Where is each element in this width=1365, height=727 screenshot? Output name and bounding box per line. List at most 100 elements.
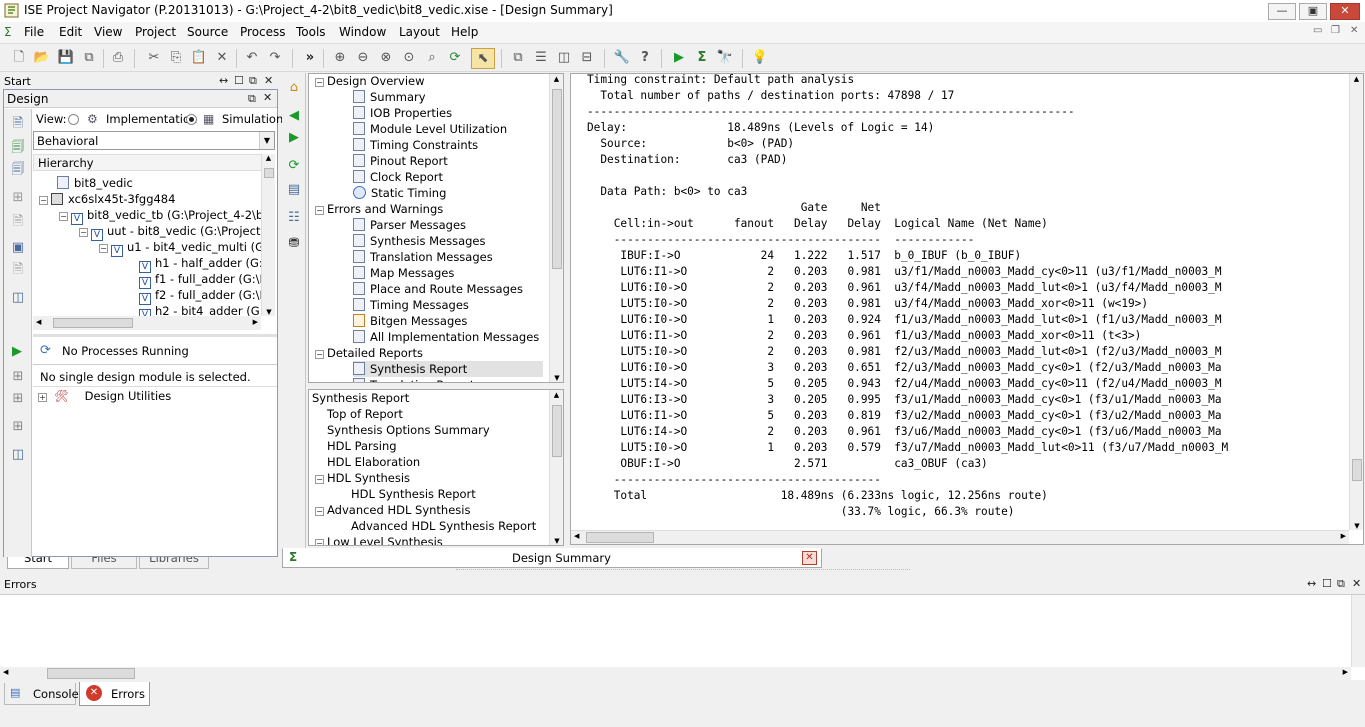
process-list-icon[interactable]: ⊞: [9, 390, 27, 408]
synthesis-item-hdl-synthesis[interactable]: − HDL Synthesis: [315, 470, 410, 486]
design-summary-icon[interactable]: Σ: [693, 49, 711, 67]
lightbulb-icon[interactable]: 💡: [751, 49, 769, 67]
synthesis-item-synthesis-options-summary[interactable]: Synthesis Options Summary: [315, 422, 490, 438]
report-icon[interactable]: 🗎: [9, 261, 27, 279]
overview-item-synthesis-report[interactable]: Synthesis Report: [353, 361, 543, 377]
report-hscroll[interactable]: ◀ ▶: [571, 530, 1349, 544]
doc-restore-icon[interactable]: ❐: [1331, 25, 1340, 36]
home-icon[interactable]: ⌂: [285, 79, 303, 97]
overview-item-translation-messages[interactable]: Translation Messages: [353, 249, 543, 265]
save-icon[interactable]: 💾: [57, 49, 75, 67]
process-props-icon[interactable]: ⊞: [9, 368, 27, 386]
hier-item-f2[interactable]: Vf2 - full_adder (G:\P: [139, 287, 261, 305]
panel-float-icon[interactable]: ⧉: [249, 74, 257, 88]
add-source-icon[interactable]: 🗐: [9, 139, 27, 157]
open-source-icon[interactable]: 🗎: [9, 213, 27, 231]
tile-horizontal-icon[interactable]: ☰: [532, 49, 550, 67]
telescope-icon[interactable]: 🔭: [716, 49, 734, 67]
collapse-icon[interactable]: −: [315, 507, 324, 516]
overview-item-place-and-route-messages[interactable]: Place and Route Messages: [353, 281, 543, 297]
overview-item-summary[interactable]: Summary: [353, 89, 543, 105]
run-process-icon[interactable]: ▶: [12, 344, 22, 359]
synthesis-item-top-of-report[interactable]: Top of Report: [315, 406, 403, 422]
copy-icon[interactable]: ⎘: [167, 49, 185, 67]
tab-start[interactable]: Start: [7, 557, 69, 569]
overview-item-timing-messages[interactable]: Timing Messages: [353, 297, 543, 313]
zoom-in-icon[interactable]: ⊕: [331, 49, 349, 67]
simulation-label[interactable]: Simulation: [222, 112, 283, 126]
menu-view[interactable]: View: [94, 25, 122, 39]
collapse-icon[interactable]: −: [315, 350, 324, 359]
process-layout-icon[interactable]: ◫: [9, 446, 27, 464]
context-help-icon[interactable]: ?: [636, 49, 654, 67]
new-file-icon[interactable]: 🗋: [10, 49, 28, 67]
close-window-button[interactable]: ✕: [1330, 3, 1360, 20]
overview-item-map-messages[interactable]: Map Messages: [353, 265, 543, 281]
menu-help[interactable]: Help: [451, 25, 478, 39]
collapse-icon[interactable]: −: [79, 228, 88, 237]
minimize-button[interactable]: —: [1268, 3, 1296, 20]
tab-console[interactable]: ▤ Console: [4, 683, 79, 705]
cut-icon[interactable]: ✂: [145, 49, 163, 67]
design-summary-tab[interactable]: Σ Design Summary ✕: [282, 548, 822, 568]
overview-item-all-implementation-messages[interactable]: All Implementation Messages: [353, 329, 543, 345]
synthesis-report-title[interactable]: Synthesis Report: [312, 390, 409, 406]
overview-item-static-timing[interactable]: Static Timing: [353, 185, 543, 201]
layout-icon[interactable]: ◫: [9, 289, 27, 307]
collapse-icon[interactable]: −: [315, 78, 324, 87]
wrench-icon[interactable]: 🔧: [613, 49, 631, 67]
chip-icon[interactable]: ▣: [9, 239, 27, 257]
expand-icon[interactable]: +: [38, 393, 47, 402]
panel-close-icon[interactable]: ✕: [264, 74, 273, 87]
report-vscroll[interactable]: ▲ ▼: [1349, 74, 1363, 530]
collapse-icon[interactable]: −: [315, 475, 324, 484]
print-icon[interactable]: ⎙: [109, 49, 127, 67]
overview-item-pinout-report[interactable]: Pinout Report: [353, 153, 543, 169]
hier-item-uut[interactable]: − Vuut - bit8_vedic (G:\Project: [79, 223, 260, 241]
doc-minimize-icon[interactable]: ▭: [1313, 25, 1322, 36]
zoom-select-icon[interactable]: ⌕: [423, 49, 441, 67]
overview-vscroll[interactable]: ▲ ▼: [549, 74, 563, 382]
zoom-out-icon[interactable]: ⊖: [354, 49, 372, 67]
synthesis-item-hdl-parsing[interactable]: HDL Parsing: [315, 438, 397, 454]
splitter-grip[interactable]: [456, 569, 910, 571]
errors-vscroll[interactable]: [1351, 595, 1365, 667]
overview-item-synthesis-messages[interactable]: Synthesis Messages: [353, 233, 543, 249]
hier-item-h2[interactable]: Vh2 - bit4_adder (G:\: [139, 303, 261, 316]
panel-splitter[interactable]: [33, 334, 277, 337]
binoculars-icon[interactable]: ⛃: [285, 235, 303, 253]
tile-vertical-icon[interactable]: ◫: [555, 49, 573, 67]
maximize-button[interactable]: ▣: [1299, 3, 1327, 20]
overview-item-module-level-utilization[interactable]: Module Level Utilization: [353, 121, 543, 137]
menu-source[interactable]: Source: [187, 25, 228, 39]
overview-item-iob-properties[interactable]: IOB Properties: [353, 105, 543, 121]
back-icon[interactable]: ◀: [285, 107, 303, 125]
simulation-radio[interactable]: [186, 114, 197, 125]
zoom-full-icon[interactable]: ⊙: [400, 49, 418, 67]
errors-maximize-icon[interactable]: ☐: [1322, 577, 1332, 590]
errors-close-icon[interactable]: ✕: [1352, 577, 1361, 590]
panel-move-icon[interactable]: ↔: [219, 74, 228, 87]
menu-tools[interactable]: Tools: [296, 25, 326, 39]
run-icon[interactable]: ▶: [670, 49, 688, 67]
new-source-icon[interactable]: 🗎: [9, 115, 27, 133]
collapse-icon[interactable]: −: [315, 539, 324, 545]
design-float-icon[interactable]: ⧉: [248, 92, 256, 106]
synthesis-item-advanced-hdl-synthesis-report[interactable]: Advanced HDL Synthesis Report: [351, 518, 536, 534]
refresh-icon[interactable]: ⟳: [446, 49, 464, 67]
synthesis-item-low-level-synthesis[interactable]: − Low Level Synthesis: [315, 534, 443, 545]
menu-process[interactable]: Process: [240, 25, 286, 39]
overview-item-clock-report[interactable]: Clock Report: [353, 169, 543, 185]
section-detailed-reports[interactable]: − Detailed Reports: [315, 345, 423, 361]
collapse-icon[interactable]: −: [59, 212, 68, 221]
overview-item-translation-report[interactable]: Translation Report: [353, 377, 543, 382]
panel-maximize-icon[interactable]: ☐: [234, 74, 244, 87]
section-design-overview[interactable]: − Design Overview: [315, 74, 425, 89]
implementation-radio[interactable]: [68, 114, 79, 125]
menu-window[interactable]: Window: [339, 25, 386, 39]
menu-layout[interactable]: Layout: [399, 25, 440, 39]
synthesis-item-advanced-hdl-synthesis[interactable]: − Advanced HDL Synthesis: [315, 502, 470, 518]
synthesis-item-hdl-elaboration[interactable]: HDL Elaboration: [315, 454, 420, 470]
hier-item-device[interactable]: − xc6slx45t-3fgg484: [39, 191, 175, 207]
overview-item-parser-messages[interactable]: Parser Messages: [353, 217, 543, 233]
